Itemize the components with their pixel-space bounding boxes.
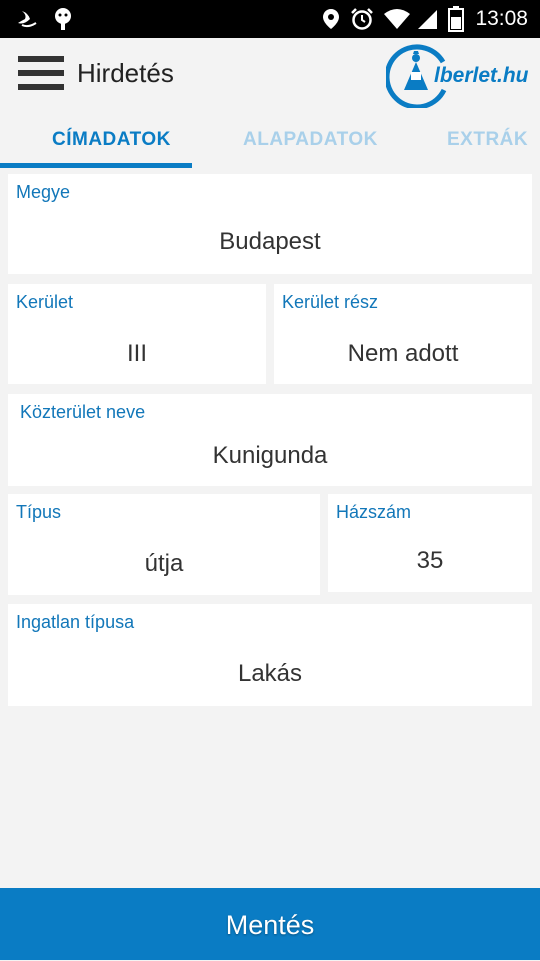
save-button[interactable]: Mentés — [0, 888, 540, 960]
kerulet-value: III — [126, 340, 147, 367]
tab-extrak[interactable]: EXTRÁK — [447, 129, 528, 151]
bird-icon — [18, 11, 37, 28]
tipus-value: útja — [144, 550, 184, 577]
kerulet-resz-value: Nem adott — [347, 340, 459, 367]
tipus-field[interactable]: Típus útja — [8, 494, 320, 595]
wifi-icon — [384, 9, 410, 29]
kerulet-field[interactable]: Kerület III — [8, 284, 266, 384]
hazszam-value: 35 — [416, 547, 444, 574]
signal-icon — [418, 10, 437, 29]
tab-bar: CÍMADATOK ALAPADATOK EXTRÁK — [0, 113, 540, 169]
android-icon — [55, 8, 71, 30]
kozterulet-neve-value: Kunigunda — [212, 442, 328, 469]
battery-icon — [448, 6, 464, 32]
tab-alapadatok[interactable]: ALAPADATOK — [243, 129, 378, 151]
logo-text: lberlet.hu — [434, 64, 529, 87]
status-clock: 13:08 — [475, 7, 528, 30]
hazszam-field[interactable]: Házszám 35 — [328, 494, 532, 592]
kerulet-resz-label: Kerület rész — [282, 292, 379, 312]
albérlet-logo: lberlet.hu — [384, 42, 529, 110]
megye-value: Budapest — [219, 228, 321, 255]
hamburger-icon[interactable] — [18, 56, 64, 94]
kozterulet-neve-field[interactable]: Közterület neve Kunigunda — [8, 394, 532, 486]
megye-field[interactable]: Megye Budapest — [8, 174, 532, 274]
active-tab-indicator — [0, 163, 192, 168]
alarm-icon — [351, 8, 373, 30]
app-bar: Hirdetés lberlet.hu — [0, 38, 540, 113]
location-icon — [323, 9, 339, 29]
tipus-label: Típus — [16, 502, 62, 522]
ingatlan-tipusa-value: Lakás — [237, 660, 303, 687]
kerulet-resz-field[interactable]: Kerület rész Nem adott — [274, 284, 532, 384]
status-bar: 13:08 — [0, 0, 540, 38]
page-title: Hirdetés — [77, 58, 174, 88]
ingatlan-tipusa-field[interactable]: Ingatlan típusa Lakás — [8, 604, 532, 706]
kozterulet-neve-label: Közterület neve — [20, 402, 146, 422]
kerulet-label: Kerület — [16, 292, 74, 312]
ingatlan-tipusa-label: Ingatlan típusa — [16, 612, 135, 632]
hazszam-label: Házszám — [336, 502, 412, 522]
megye-label: Megye — [16, 182, 71, 202]
tab-cimadatok[interactable]: CÍMADATOK — [52, 129, 171, 151]
